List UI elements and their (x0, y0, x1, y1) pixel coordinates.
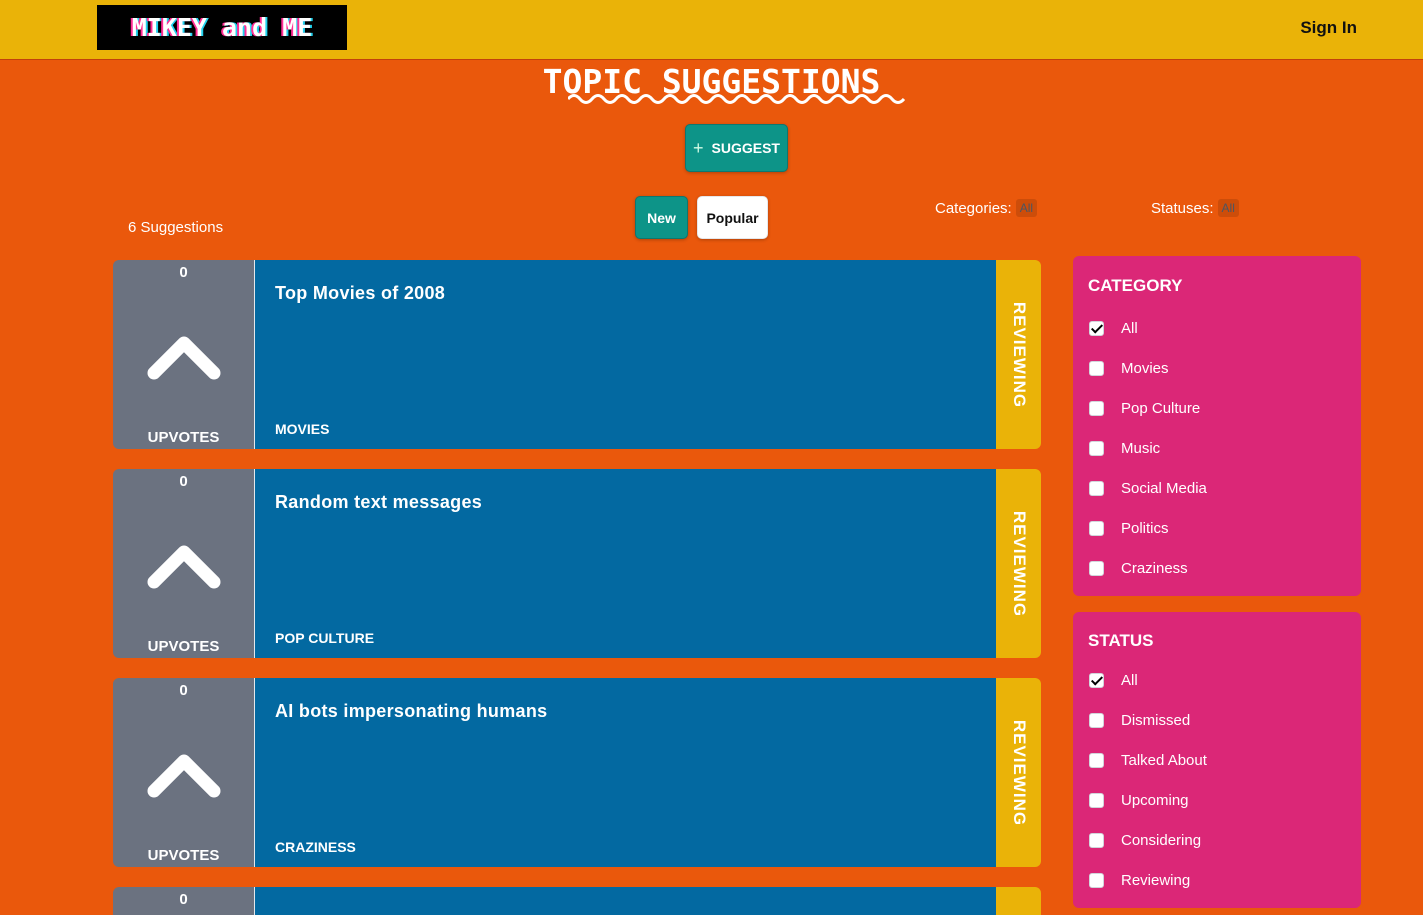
sign-in-link[interactable]: Sign In (1300, 18, 1357, 38)
category-option-pop-culture[interactable]: Pop Culture (1089, 400, 1200, 417)
option-label: Music (1121, 440, 1161, 457)
status-label: REVIEWING (1009, 510, 1029, 617)
sort-popular-button[interactable]: Popular (697, 196, 768, 239)
suggestion-card: 0 (113, 887, 1041, 915)
chevron-up-icon (147, 754, 221, 798)
top-nav: MIKEY and ME Sign In (0, 0, 1423, 60)
option-label: Movies (1121, 360, 1169, 377)
suggestion-card: 0 UPVOTES AI bots impersonating humans C… (113, 678, 1041, 867)
status-strip (996, 887, 1041, 915)
category-option-movies[interactable]: Movies (1089, 360, 1169, 377)
sort-new-button[interactable]: New (635, 196, 688, 239)
option-label: Social Media (1121, 480, 1207, 497)
checkbox[interactable] (1089, 361, 1104, 376)
suggestion-body[interactable] (254, 887, 996, 915)
upvote-button[interactable]: 0 UPVOTES (113, 678, 254, 867)
vote-count: 0 (179, 682, 188, 699)
checkbox[interactable] (1089, 793, 1104, 808)
category-option-politics[interactable]: Politics (1089, 520, 1169, 537)
category-option-music[interactable]: Music (1089, 440, 1160, 457)
chevron-up-icon (147, 336, 221, 380)
categories-filter-summary: Categories: All (935, 199, 1038, 217)
checkbox[interactable] (1089, 401, 1104, 416)
option-label: Pop Culture (1121, 400, 1201, 417)
option-label: Craziness (1121, 560, 1188, 577)
suggestion-body[interactable]: Top Movies of 2008 MOVIES (254, 260, 996, 449)
status-option-all[interactable]: All (1089, 672, 1138, 689)
logo-text: MIKEY and ME (131, 13, 313, 42)
status-option-reviewing[interactable]: Reviewing (1089, 872, 1190, 889)
suggest-label: SUGGEST (711, 140, 780, 156)
statuses-summary-label: Statuses: (1151, 199, 1214, 217)
category-option-all[interactable]: All (1089, 320, 1138, 337)
status-strip: REVIEWING (996, 260, 1041, 449)
status-strip: REVIEWING (996, 678, 1041, 867)
categories-summary-label: Categories: (935, 199, 1012, 217)
upvote-button[interactable]: 0 UPVOTES (113, 469, 254, 658)
option-label: Talked About (1121, 752, 1207, 769)
status-label: REVIEWING (1009, 301, 1029, 408)
title-underline-wave (568, 94, 906, 104)
site-logo[interactable]: MIKEY and ME (97, 5, 347, 50)
suggestion-body[interactable]: Random text messages POP CULTURE (254, 469, 996, 658)
suggestion-title[interactable]: Random text messages (275, 492, 482, 513)
checkbox[interactable] (1089, 833, 1104, 848)
status-option-upcoming[interactable]: Upcoming (1089, 792, 1189, 809)
option-label: Dismissed (1121, 712, 1191, 729)
checkbox[interactable] (1089, 713, 1104, 728)
checkbox[interactable] (1089, 521, 1104, 536)
checkbox[interactable] (1089, 873, 1104, 888)
statuses-summary-chip[interactable]: All (1217, 199, 1239, 217)
suggestion-title[interactable]: AI bots impersonating humans (275, 701, 547, 722)
upvote-button[interactable]: 0 UPVOTES (113, 260, 254, 449)
option-label: All (1121, 320, 1138, 337)
suggestion-body[interactable]: AI bots impersonating humans CRAZINESS (254, 678, 996, 867)
status-label: REVIEWING (1009, 719, 1029, 826)
status-strip: REVIEWING (996, 469, 1041, 658)
suggest-button[interactable]: + SUGGEST (685, 124, 788, 172)
suggestion-category: MOVIES (275, 421, 330, 437)
category-option-craziness[interactable]: Craziness (1089, 560, 1188, 577)
option-label: Considering (1121, 832, 1202, 849)
option-label: Upcoming (1121, 792, 1189, 809)
vote-count: 0 (179, 891, 188, 908)
suggestion-card: 0 UPVOTES Top Movies of 2008 MOVIES REVI… (113, 260, 1041, 449)
checkbox[interactable] (1089, 441, 1104, 456)
suggestion-title[interactable]: Top Movies of 2008 (275, 283, 445, 304)
plus-icon: + (693, 137, 704, 158)
checkbox[interactable] (1089, 673, 1104, 688)
option-label: Reviewing (1121, 872, 1191, 889)
status-heading: STATUS (1088, 631, 1154, 650)
status-option-considering[interactable]: Considering (1089, 832, 1201, 849)
checkbox[interactable] (1089, 321, 1104, 336)
categories-summary-chip[interactable]: All (1015, 199, 1038, 217)
upvotes-label: UPVOTES (147, 429, 220, 446)
upvotes-label: UPVOTES (147, 847, 220, 864)
upvote-button[interactable]: 0 (113, 887, 254, 915)
option-label: All (1121, 672, 1138, 689)
category-option-social-media[interactable]: Social Media (1089, 480, 1207, 497)
suggestion-category: POP CULTURE (275, 630, 375, 646)
category-filter-panel: CATEGORY All Movies Pop Culture Music So… (1073, 256, 1361, 596)
vote-count: 0 (179, 264, 188, 281)
status-option-talked-about[interactable]: Talked About (1089, 752, 1207, 769)
suggestion-category: CRAZINESS (275, 839, 356, 855)
checkbox[interactable] (1089, 561, 1104, 576)
upvotes-label: UPVOTES (147, 638, 220, 655)
suggestion-card: 0 UPVOTES Random text messages POP CULTU… (113, 469, 1041, 658)
statuses-filter-summary: Statuses: All (1151, 199, 1239, 217)
checkbox[interactable] (1089, 481, 1104, 496)
vote-count: 0 (179, 473, 188, 490)
chevron-up-icon (147, 545, 221, 589)
status-filter-panel: STATUS All Dismissed Talked About Upcomi… (1073, 612, 1361, 908)
suggestion-count: 6 Suggestions (128, 219, 224, 236)
checkbox[interactable] (1089, 753, 1104, 768)
status-option-dismissed[interactable]: Dismissed (1089, 712, 1190, 729)
option-label: Politics (1121, 520, 1169, 537)
category-heading: CATEGORY (1088, 276, 1183, 295)
